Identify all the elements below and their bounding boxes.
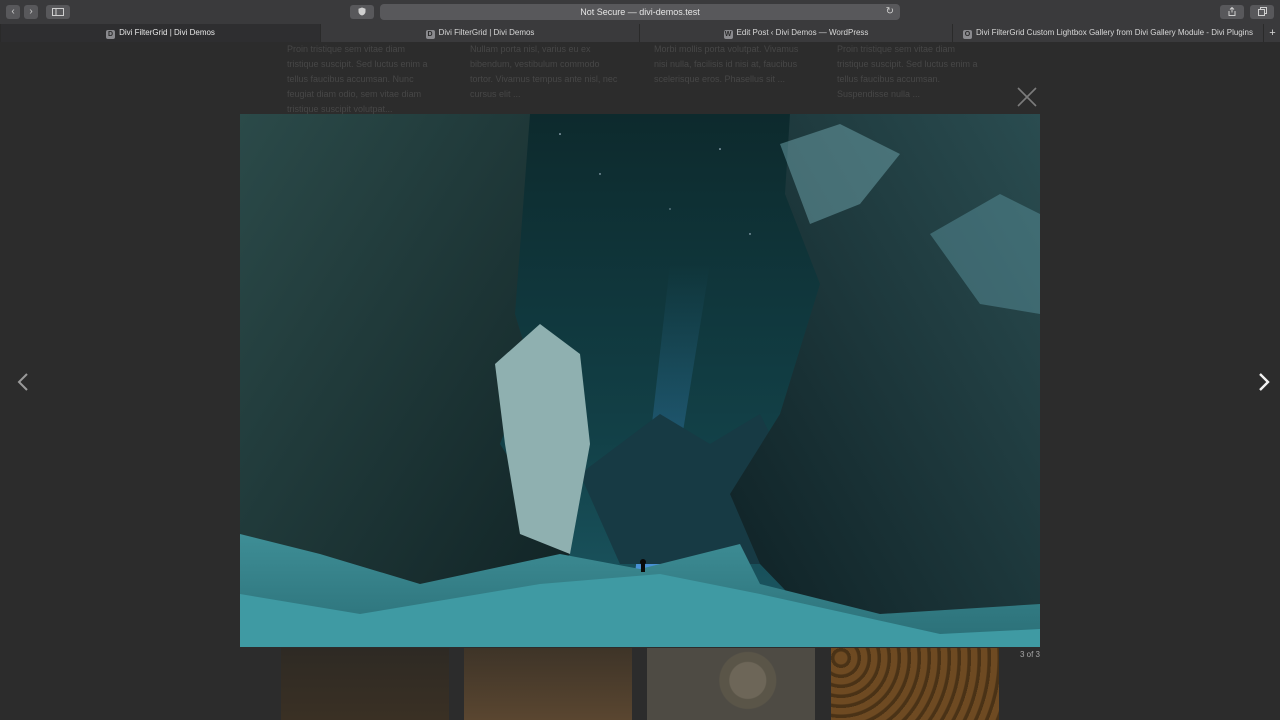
new-tab-button[interactable]: +: [1263, 24, 1280, 42]
card-excerpt: Nullam porta nisl, varius eu ex bibendum…: [470, 44, 618, 99]
sidebar-button[interactable]: [46, 5, 70, 19]
tab-label: Edit Post ‹ Divi Demos — WordPress: [736, 28, 869, 37]
shield-icon: [358, 7, 366, 16]
browser-toolbar: ‹ › Not Secure — divi-demos.test ↻: [0, 0, 1280, 24]
share-icon: [1228, 6, 1236, 16]
tabs-overview-button[interactable]: [1250, 5, 1274, 19]
chevron-right-icon: [1259, 373, 1270, 391]
gallery-thumbnail: [281, 648, 449, 720]
canyon-night-photo: [240, 114, 1040, 647]
browser-chrome: ‹ › Not Secure — divi-demos.test ↻ D Divi…: [0, 0, 1280, 43]
tab-favicon: W: [723, 30, 733, 39]
gallery-thumbnail: [831, 648, 999, 720]
gallery-thumbnail: [647, 648, 815, 720]
lightbox-next-button[interactable]: [1252, 367, 1276, 397]
card-excerpt: Proin tristique sem vitae diam tristique…: [837, 44, 978, 99]
tab-label: Divi FilterGrid | Divi Demos: [438, 28, 535, 37]
reload-icon[interactable]: ↻: [886, 4, 894, 20]
sidebar-icon: [52, 8, 64, 16]
tab-bar: D Divi FilterGrid | Divi Demos D Divi Filt…: [0, 24, 1280, 42]
tab-divi-filtergrid-2[interactable]: D Divi FilterGrid | Divi Demos: [320, 24, 639, 42]
tab-divi-plugins[interactable]: O Divi FilterGrid Custom Lightbox Gallery…: [952, 24, 1263, 42]
tab-favicon: O: [963, 30, 973, 39]
chevron-left-icon: [17, 373, 28, 391]
gallery-thumbnail: [464, 648, 632, 720]
page-overlay[interactable]: Proin tristique sem vitae diam tristique…: [0, 42, 1280, 720]
tab-favicon: D: [106, 30, 116, 39]
lightbox-image: [240, 114, 1040, 647]
tab-divi-filtergrid-1[interactable]: D Divi FilterGrid | Divi Demos: [0, 24, 320, 42]
back-button[interactable]: ‹: [6, 5, 20, 19]
lightbox-close-button[interactable]: [1016, 86, 1038, 108]
tab-label: Divi FilterGrid Custom Lightbox Gallery …: [976, 28, 1253, 37]
tab-favicon: D: [425, 30, 435, 39]
close-icon: [1017, 87, 1037, 107]
lightbox-prev-button[interactable]: [12, 367, 36, 397]
tab-edit-post[interactable]: W Edit Post ‹ Divi Demos — WordPress: [639, 24, 952, 42]
address-text: Not Secure — divi-demos.test: [580, 7, 700, 17]
lightbox-counter: 3 of 3: [1019, 650, 1040, 659]
card-excerpt: Proin tristique sem vitae diam tristique…: [287, 44, 428, 114]
privacy-button[interactable]: [350, 5, 374, 19]
forward-button[interactable]: ›: [24, 5, 38, 19]
card-excerpt: Morbi mollis porta volutpat. Vivamus nis…: [654, 44, 799, 84]
tab-label: Divi FilterGrid | Divi Demos: [119, 28, 215, 37]
address-bar[interactable]: Not Secure — divi-demos.test ↻: [380, 4, 900, 20]
share-button[interactable]: [1220, 5, 1244, 19]
tabs-icon: [1257, 7, 1267, 16]
